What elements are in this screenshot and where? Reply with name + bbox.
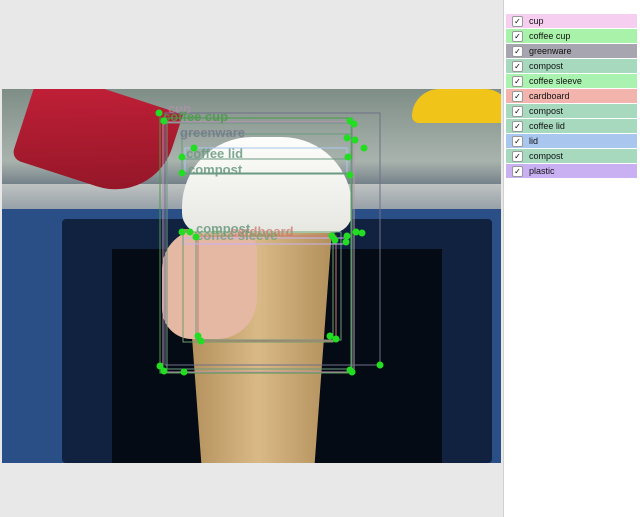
label-text: coffee lid (529, 121, 565, 131)
label-checkbox[interactable]: ✓ (512, 60, 523, 72)
label-checkbox[interactable]: ✓ (512, 45, 523, 57)
label-checkbox[interactable]: ✓ (512, 105, 523, 117)
label-text: greenware (529, 46, 572, 56)
photo-hand (162, 229, 257, 339)
label-text: coffee cup (529, 31, 571, 41)
label-text: compost (529, 61, 564, 71)
label-checkbox[interactable]: ✓ (512, 75, 523, 87)
label-checkbox[interactable]: ✓ (512, 150, 523, 162)
label-item[interactable]: ✓ compost (506, 104, 637, 118)
image-canvas[interactable]: cup coffee cup greenware coffee lid comp… (0, 0, 503, 517)
label-item[interactable]: ✓ plastic (506, 164, 637, 178)
label-checkbox[interactable]: ✓ (512, 120, 523, 132)
label-item[interactable]: ✓ cup (506, 14, 637, 28)
label-checkbox[interactable]: ✓ (512, 165, 523, 177)
label-item[interactable]: ✓ lid (506, 134, 637, 148)
label-list-panel: ✓ cup ✓ coffee cup ✓ greenware ✓ compost ✓ coffee… (503, 0, 640, 517)
label-item[interactable]: ✓ coffee lid (506, 119, 637, 133)
label-checkbox[interactable]: ✓ (512, 135, 523, 147)
label-item[interactable]: ✓ compost (506, 59, 637, 73)
label-text: plastic (529, 166, 555, 176)
label-item[interactable]: ✓ coffee sleeve (506, 74, 637, 88)
label-text: compost (529, 151, 564, 161)
annotated-photo (2, 89, 501, 463)
label-item[interactable]: ✓ cardboard (506, 89, 637, 103)
label-checkbox[interactable]: ✓ (512, 30, 523, 42)
label-item[interactable]: ✓ coffee cup (506, 29, 637, 43)
label-text: lid (529, 136, 539, 146)
label-text: cardboard (529, 91, 570, 101)
label-checkbox[interactable]: ✓ (512, 15, 523, 27)
photo-banana (412, 89, 501, 123)
label-item[interactable]: ✓ greenware (506, 44, 637, 58)
label-text: compost (529, 106, 564, 116)
label-item[interactable]: ✓ compost (506, 149, 637, 163)
label-checkbox[interactable]: ✓ (512, 90, 523, 102)
label-text: coffee sleeve (529, 76, 582, 86)
label-text: cup (529, 16, 544, 26)
